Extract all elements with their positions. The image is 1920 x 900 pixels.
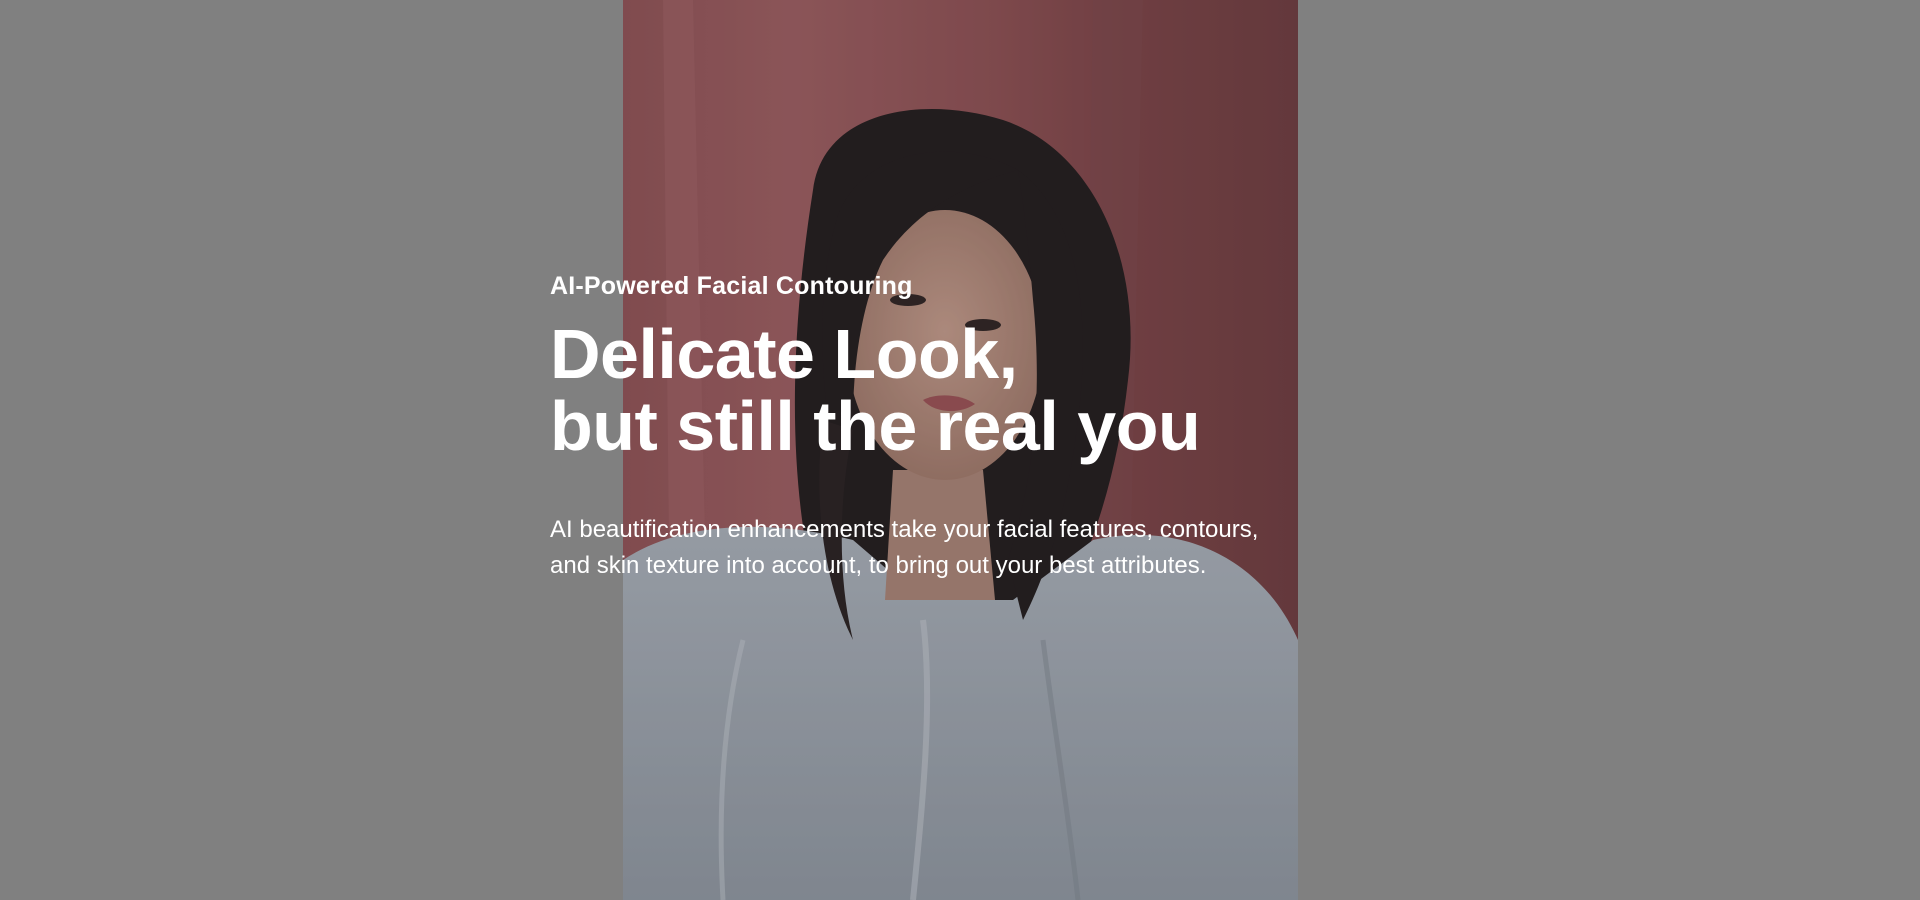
hero-description-line-1: AI beautification enhancements take your… <box>550 516 1259 543</box>
hero-description: AI beautification enhancements take your… <box>550 512 1370 584</box>
hero-headline: Delicate Look, but still the real you <box>550 318 1370 462</box>
hero-text-block: AI-Powered Facial Contouring Delicate Lo… <box>550 268 1370 584</box>
hero-description-line-2: and skin texture into account, to bring … <box>550 552 1207 579</box>
hero-headline-line-2: but still the real you <box>550 387 1201 465</box>
hero-headline-line-1: Delicate Look, <box>550 315 1018 393</box>
hero-eyebrow: AI-Powered Facial Contouring <box>550 272 913 300</box>
hero-section: AI-Powered Facial Contouring Delicate Lo… <box>0 0 1920 900</box>
